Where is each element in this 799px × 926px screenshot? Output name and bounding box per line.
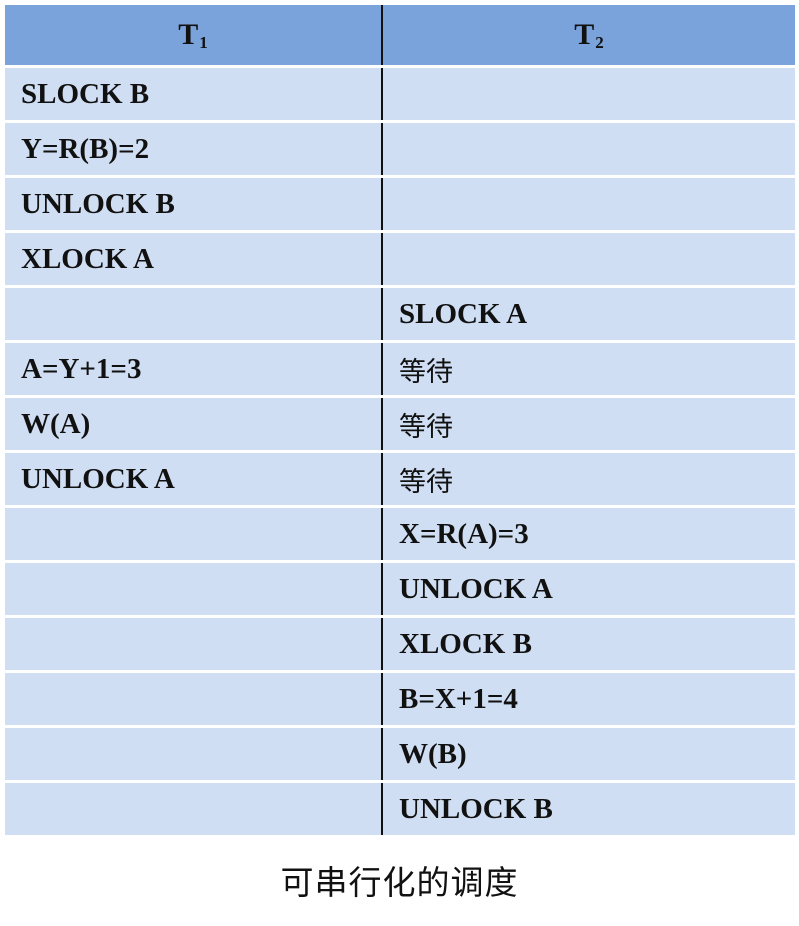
table-row: B=X+1=4 bbox=[5, 671, 795, 728]
cell-t2 bbox=[382, 231, 795, 288]
table-row: UNLOCK A 等待 bbox=[5, 451, 795, 508]
schedule-table: T1 T2 SLOCK B Y=R(B)=2 UNLOCK B XLOCK A SLOC… bbox=[5, 5, 795, 835]
header-t2: T2 bbox=[382, 5, 795, 68]
cell-t2: 等待 bbox=[382, 341, 795, 398]
cell-t1 bbox=[5, 616, 383, 673]
header-t2-sub: 2 bbox=[595, 32, 604, 52]
header-t1-main: T bbox=[178, 17, 199, 51]
cell-t1 bbox=[5, 506, 383, 563]
cell-t2: XLOCK B bbox=[382, 616, 795, 673]
header-t1-sub: 1 bbox=[199, 32, 208, 52]
cell-t1: W(A) bbox=[5, 396, 383, 453]
header-t1: T1 bbox=[5, 5, 383, 68]
cell-t2 bbox=[382, 176, 795, 233]
table-row: Y=R(B)=2 bbox=[5, 121, 795, 178]
cell-t2 bbox=[382, 66, 795, 123]
table-row: W(B) bbox=[5, 726, 795, 783]
cell-t2 bbox=[382, 121, 795, 178]
table-row: X=R(A)=3 bbox=[5, 506, 795, 563]
header-t2-main: T bbox=[574, 17, 595, 51]
cell-t1: SLOCK B bbox=[5, 66, 383, 123]
cell-t2: UNLOCK B bbox=[382, 781, 795, 835]
table-row: UNLOCK B bbox=[5, 176, 795, 233]
caption: 可串行化的调度 bbox=[280, 863, 519, 902]
cell-t1: UNLOCK B bbox=[5, 176, 383, 233]
cell-t1: XLOCK A bbox=[5, 231, 383, 288]
cell-t2: UNLOCK A bbox=[382, 561, 795, 618]
cell-t1 bbox=[5, 286, 383, 343]
cell-t1 bbox=[5, 671, 383, 728]
table-row: XLOCK B bbox=[5, 616, 795, 673]
table-row: SLOCK B bbox=[5, 66, 795, 123]
cell-t1 bbox=[5, 781, 383, 835]
table-row: A=Y+1=3 等待 bbox=[5, 341, 795, 398]
table-row: XLOCK A bbox=[5, 231, 795, 288]
schedule-body: SLOCK B Y=R(B)=2 UNLOCK B XLOCK A SLOCK A A=Y… bbox=[5, 66, 795, 835]
cell-t1 bbox=[5, 561, 383, 618]
cell-t1: Y=R(B)=2 bbox=[5, 121, 383, 178]
cell-t1 bbox=[5, 726, 383, 783]
cell-t2: B=X+1=4 bbox=[382, 671, 795, 728]
table-row: UNLOCK A bbox=[5, 561, 795, 618]
cell-t2: X=R(A)=3 bbox=[382, 506, 795, 563]
cell-t2: 等待 bbox=[382, 396, 795, 453]
table-row: W(A) 等待 bbox=[5, 396, 795, 453]
cell-t2: W(B) bbox=[382, 726, 795, 783]
table-row: UNLOCK B bbox=[5, 781, 795, 835]
header-row: T1 T2 bbox=[5, 5, 795, 68]
cell-t2: 等待 bbox=[382, 451, 795, 508]
cell-t1: A=Y+1=3 bbox=[5, 341, 383, 398]
cell-t2: SLOCK A bbox=[382, 286, 795, 343]
table-row: SLOCK A bbox=[5, 286, 795, 343]
cell-t1: UNLOCK A bbox=[5, 451, 383, 508]
